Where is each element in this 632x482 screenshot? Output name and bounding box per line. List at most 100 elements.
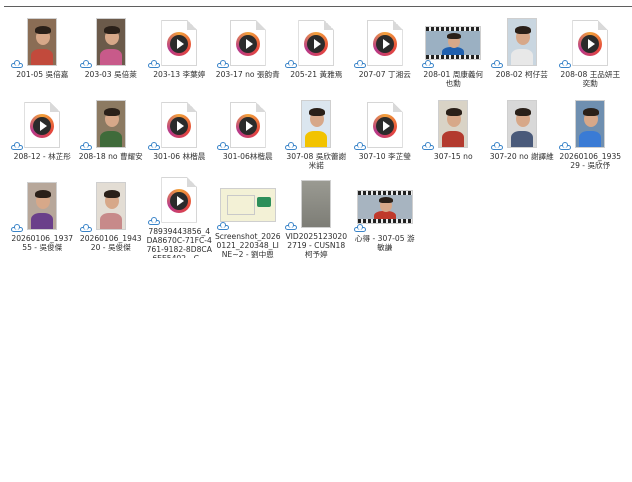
photo-thumbnail-icon — [95, 100, 126, 148]
file-thumbnail[interactable] — [214, 12, 282, 68]
file-thumbnail[interactable] — [282, 94, 350, 150]
cloud-sync-icon — [353, 60, 366, 68]
file-item[interactable]: 心得 - 307-05 游敏謙 — [351, 176, 420, 258]
file-thumbnail[interactable] — [351, 12, 419, 68]
file-item[interactable]: 203-17 no 張韵青 — [214, 12, 283, 94]
file-name-label: 心得 - 307-05 游敏謙 — [354, 234, 415, 252]
file-thumbnail[interactable] — [8, 94, 76, 150]
video-file-icon — [161, 20, 198, 66]
video-file-icon — [229, 20, 266, 66]
file-thumbnail[interactable] — [556, 94, 624, 150]
file-thumbnail[interactable] — [351, 176, 419, 232]
cloud-sync-icon — [79, 224, 92, 232]
file-item[interactable]: 307-15 no — [419, 94, 488, 176]
file-item[interactable]: 20260106_193755 - 吳俊傑 — [8, 176, 77, 258]
file-name-label: VID20251230202719 - CUSN18 柯予婷 — [285, 232, 348, 258]
video-thumbnail-icon — [425, 26, 482, 60]
cloud-sync-icon — [79, 60, 92, 68]
cloud-sync-icon — [216, 142, 229, 150]
file-name-label: 207-07 丁湘云 — [358, 70, 411, 79]
cloud-sync-icon — [285, 142, 298, 150]
photo-thumbnail-icon — [27, 18, 58, 66]
file-name-label: 20260106_193529 - 吳欣伃 — [559, 152, 622, 170]
file-name-label: 301-06 林楷晨 — [153, 152, 206, 161]
file-item[interactable]: VID20251230202719 - CUSN18 柯予婷 — [282, 176, 351, 258]
filmstrip-bottom — [426, 55, 481, 59]
file-thumbnail[interactable] — [488, 94, 556, 150]
file-thumbnail[interactable] — [282, 12, 350, 68]
file-thumbnail[interactable] — [488, 12, 556, 68]
cloud-sync-icon — [148, 60, 161, 68]
photo-thumbnail-icon — [575, 100, 606, 148]
file-thumbnail[interactable] — [8, 12, 76, 68]
cloud-sync-icon — [11, 142, 24, 150]
file-name-label: 20260106_194320 - 吳俊傑 — [79, 234, 142, 252]
file-thumbnail[interactable] — [145, 94, 213, 150]
file-item[interactable]: 307-08 吳欣蕾謝米諾 — [282, 94, 351, 176]
file-thumbnail[interactable] — [282, 176, 350, 230]
file-item[interactable]: 208-02 柯仔芸 — [488, 12, 557, 94]
filmstrip-bottom — [357, 219, 412, 223]
video-file-icon — [366, 20, 403, 66]
file-name-label: 307-08 吳欣蕾謝米諾 — [286, 152, 347, 170]
cloud-sync-icon — [422, 142, 435, 150]
file-item[interactable]: 203-13 李葉婷 — [145, 12, 214, 94]
file-thumbnail[interactable] — [214, 176, 282, 230]
photo-thumbnail-icon — [95, 182, 126, 230]
filmstrip-top — [357, 191, 412, 195]
file-item[interactable]: Screenshot_20260121_220348_LINE~2 - 劉中恩 — [214, 176, 283, 258]
file-item[interactable]: 207-07 丁湘云 — [351, 12, 420, 94]
play-icon — [372, 32, 397, 56]
file-name-label: 307-10 李芷瑩 — [358, 152, 411, 161]
cloud-sync-icon — [79, 142, 92, 150]
file-thumbnail[interactable] — [145, 176, 213, 225]
file-thumbnail[interactable] — [351, 94, 419, 150]
file-name-label: 205-21 黃雅焉 — [290, 70, 343, 79]
file-name-label: 307-15 no — [433, 152, 473, 161]
file-item[interactable]: 301-06 林楷晨 — [145, 94, 214, 176]
file-row: 201-05 吳倍嘉 203-03 吳倍萊 203-13 李葉婷 203-17 no … — [8, 12, 632, 94]
file-item[interactable]: 208-12 - 林芷彤 — [8, 94, 77, 176]
video-file-icon — [161, 102, 198, 148]
file-item[interactable]: 307-20 no 謝譯維 — [488, 94, 557, 176]
cloud-sync-icon — [490, 60, 503, 68]
file-item[interactable]: 205-21 黃雅焉 — [282, 12, 351, 94]
video-thumbnail-icon — [301, 180, 332, 228]
file-thumbnail[interactable] — [556, 12, 624, 68]
file-item[interactable]: 208-01 周康義何也勳 — [419, 12, 488, 94]
cloud-sync-icon — [353, 224, 366, 232]
play-icon — [235, 114, 260, 138]
video-file-icon — [298, 20, 335, 66]
file-item[interactable]: 208-08 王品妍王奕勳 — [556, 12, 625, 94]
file-thumbnail[interactable] — [77, 12, 145, 68]
cloud-sync-icon — [559, 60, 572, 68]
file-item[interactable]: 307-10 李芷瑩 — [351, 94, 420, 176]
play-icon — [372, 114, 397, 138]
file-item[interactable]: 20260106_194320 - 吳俊傑 — [77, 176, 146, 258]
file-name-label: 208-08 王品妍王奕勳 — [560, 70, 621, 88]
file-item[interactable]: 20260106_193529 - 吳欣伃 — [556, 94, 625, 176]
file-thumbnail[interactable] — [77, 176, 145, 232]
file-item[interactable]: 203-03 吳倍萊 — [77, 12, 146, 94]
file-thumbnail[interactable] — [8, 176, 76, 232]
file-name-label: 208-12 - 林芷彤 — [13, 152, 71, 161]
cloud-sync-icon — [353, 142, 366, 150]
file-thumbnail[interactable] — [419, 12, 487, 68]
file-thumbnail[interactable] — [214, 94, 282, 150]
cloud-sync-icon — [285, 60, 298, 68]
cloud-sync-icon — [216, 60, 229, 68]
cloud-sync-icon — [11, 60, 24, 68]
photo-thumbnail-icon — [27, 182, 58, 230]
file-thumbnail[interactable] — [77, 94, 145, 150]
file-thumbnail[interactable] — [419, 94, 487, 150]
file-name-label: 78939443856_4DA8670C-71FC-4761-9182-8D8C… — [146, 226, 212, 258]
file-item[interactable]: 201-05 吳倍嘉 — [8, 12, 77, 94]
file-item[interactable]: 78939443856_4DA8670C-71FC-4761-9182-8D8C… — [145, 176, 214, 258]
file-thumbnail[interactable] — [145, 12, 213, 68]
photo-thumbnail-icon — [219, 188, 276, 222]
file-item[interactable]: 301-06林楷晨 — [214, 94, 283, 176]
file-name-label: 301-06林楷晨 — [222, 152, 273, 161]
file-item[interactable]: 208-18 no 曹耀安 — [77, 94, 146, 176]
file-name-label: 20260106_193755 - 吳俊傑 — [11, 234, 74, 252]
file-row: 208-12 - 林芷彤 208-18 no 曹耀安 301-06 林楷晨 301-0… — [8, 94, 632, 176]
